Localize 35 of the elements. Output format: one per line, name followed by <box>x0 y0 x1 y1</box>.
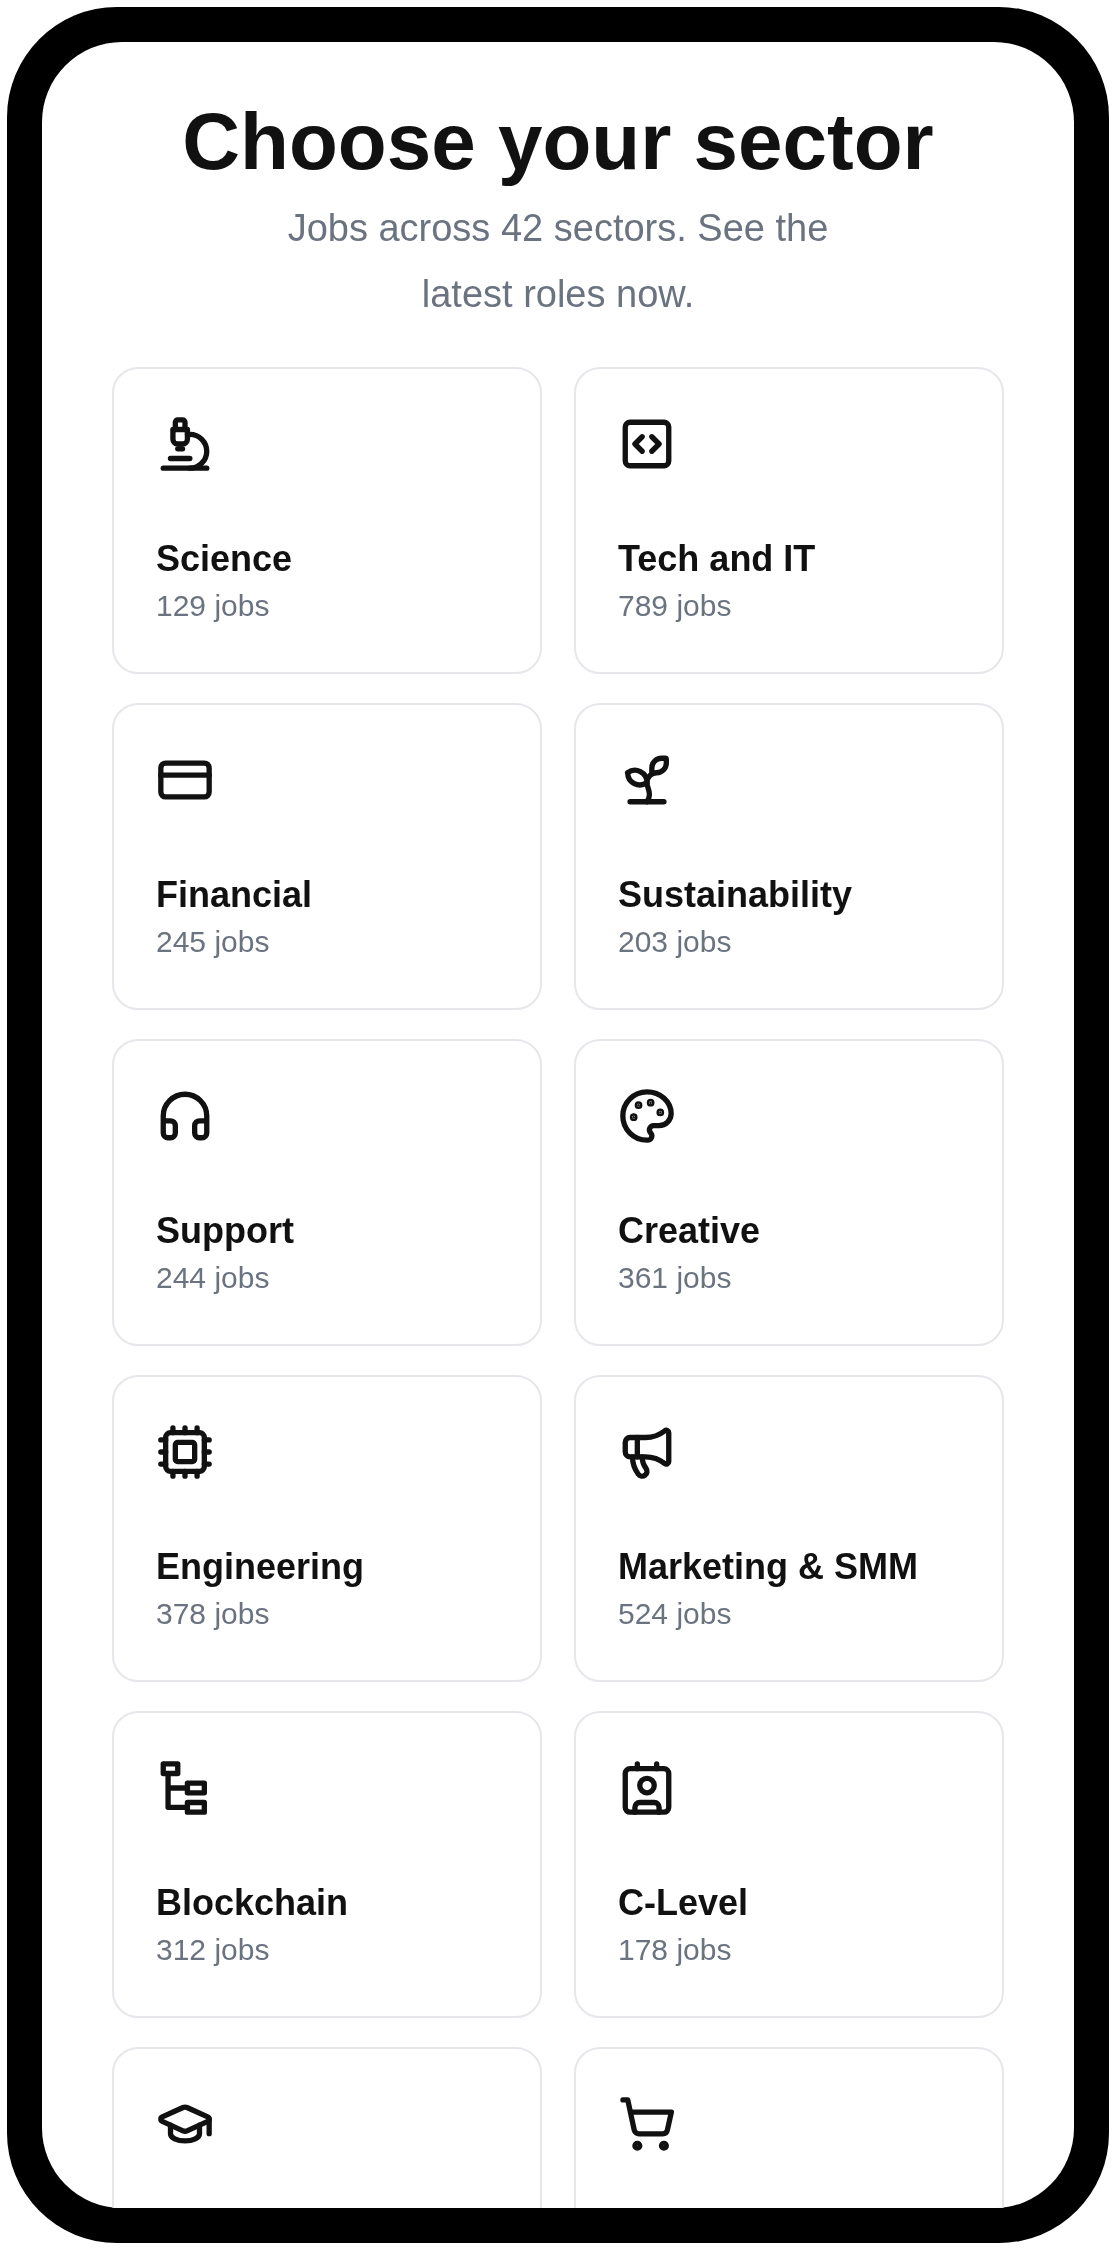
job-count: 244 jobs <box>156 1260 271 1296</box>
sector-card[interactable]: Blockchain 312 jobs <box>112 1711 542 2018</box>
sector-name: Blockchain <box>156 1881 350 1925</box>
sector-card[interactable]: Engineering 378 jobs <box>112 1375 542 1682</box>
sector-name: Creative <box>618 1209 762 1253</box>
sector-card[interactable]: Creative 361 jobs <box>574 1039 1004 1346</box>
sector-name: Engineering <box>156 1545 366 1589</box>
sector-card[interactable]: Tech and IT 789 jobs <box>574 367 1004 674</box>
sector-name: C-Level <box>618 1881 750 1925</box>
sector-name: Marketing & SMM <box>618 1545 920 1589</box>
job-count: 129 jobs <box>156 588 271 624</box>
job-count: 524 jobs <box>618 1596 733 1632</box>
job-count: 178 jobs <box>618 1932 733 1968</box>
job-count: 312 jobs <box>156 1932 271 1968</box>
chip-icon <box>156 1423 214 1481</box>
sector-name: Sustainability <box>618 873 854 917</box>
job-count: 361 jobs <box>618 1260 733 1296</box>
shopping-cart-icon <box>618 2095 676 2153</box>
job-count: 789 jobs <box>618 588 733 624</box>
sector-card[interactable]: Support 244 jobs <box>112 1039 542 1346</box>
page-title: Choose your sector <box>182 97 934 187</box>
sector-card[interactable]: Financial 245 jobs <box>112 703 542 1010</box>
job-count: 203 jobs <box>618 924 733 960</box>
sector-card[interactable]: Marketing & SMM 524 jobs <box>574 1375 1004 1682</box>
sector-card[interactable]: Sustainability 203 jobs <box>574 703 1004 1010</box>
page-subtitle: Jobs across 42 sectors. See the latest roles now. <box>286 206 830 317</box>
sector-card[interactable]: C-Level 178 jobs <box>574 1711 1004 2018</box>
sector-name: Tech and IT <box>618 537 817 581</box>
sector-name: Science <box>156 537 294 581</box>
sector-name: Financial <box>156 873 314 917</box>
sector-card[interactable]: Science 129 jobs <box>112 367 542 674</box>
sector-name: Support <box>156 1209 295 1253</box>
job-count: 245 jobs <box>156 924 271 960</box>
palette-icon <box>618 1087 676 1145</box>
job-count: 378 jobs <box>156 1596 271 1632</box>
